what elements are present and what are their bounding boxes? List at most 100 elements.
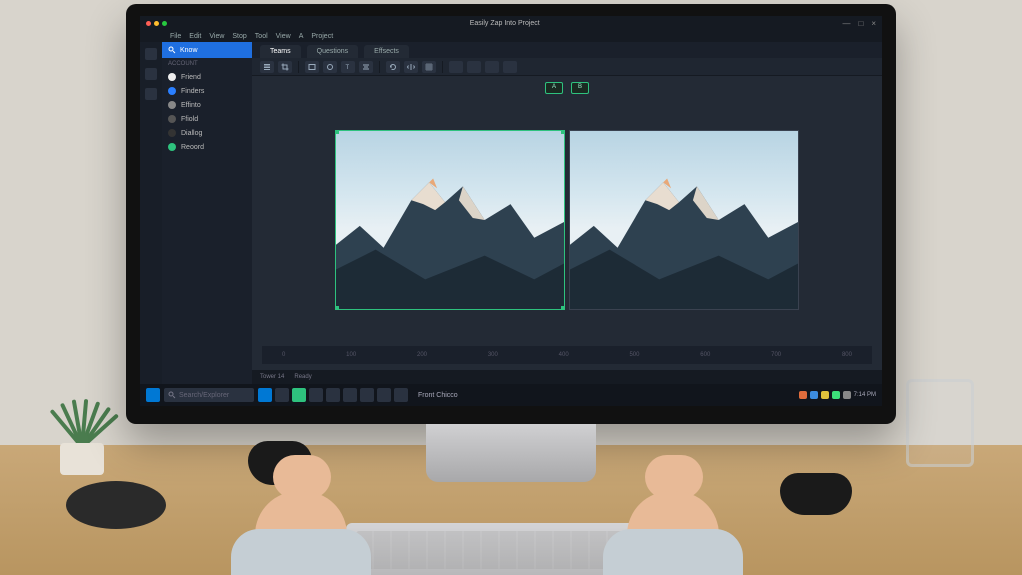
taskbar-app[interactable]: [275, 388, 289, 402]
taskbar-app[interactable]: [360, 388, 374, 402]
taskbar-label: Front Chicco: [418, 392, 458, 399]
window-close-button[interactable]: ×: [871, 19, 876, 28]
tool-circle-button[interactable]: [323, 61, 337, 73]
status-zoom: Tower 14: [260, 374, 284, 380]
sidebar-item-friend[interactable]: Friend: [162, 70, 252, 84]
taskbar-app[interactable]: [258, 388, 272, 402]
app-title: Easily Zap Into Project: [175, 20, 834, 27]
tray-icon[interactable]: [832, 391, 840, 399]
tool-rect-button[interactable]: [305, 61, 319, 73]
dot-icon: [168, 129, 176, 137]
sidebar-item-label: Effinto: [181, 102, 201, 109]
mouse-right: [780, 473, 852, 515]
menu-edit[interactable]: Edit: [189, 33, 201, 40]
taskbar-app[interactable]: [326, 388, 340, 402]
tool-flip-button[interactable]: [404, 61, 418, 73]
sidebar-search[interactable]: Know: [162, 42, 252, 58]
sidebar-item-finders[interactable]: Finders: [162, 84, 252, 98]
tool-rail: [140, 42, 162, 384]
menu-a[interactable]: A: [299, 33, 304, 40]
tool-fill-button[interactable]: [467, 61, 481, 73]
tool-select[interactable]: [145, 68, 157, 80]
tray-icon[interactable]: [810, 391, 818, 399]
tool-fx-button[interactable]: [485, 61, 499, 73]
taskbar-app[interactable]: [292, 388, 306, 402]
tray-icon[interactable]: [799, 391, 807, 399]
dot-icon: [168, 73, 176, 81]
taskbar-clock[interactable]: 7:14 PM: [854, 392, 876, 398]
system-tray[interactable]: 7:14 PM: [799, 391, 876, 399]
sidebar-item-ffiold[interactable]: Ffiold: [162, 112, 252, 126]
start-button[interactable]: [146, 388, 160, 402]
menu-tool[interactable]: Tool: [255, 33, 268, 40]
mousepad: [66, 481, 166, 529]
window-max-button[interactable]: □: [858, 19, 863, 28]
os-taskbar: Search/Explorer Front Chicco: [140, 384, 882, 406]
resize-handle[interactable]: [561, 130, 565, 134]
tool-crop-button[interactable]: [278, 61, 292, 73]
sidebar-search-label: Know: [180, 47, 198, 54]
window-traffic-lights[interactable]: [146, 21, 167, 26]
tool-mask-button[interactable]: [449, 61, 463, 73]
taskbar-app[interactable]: [394, 388, 408, 402]
tab-questions[interactable]: Questions: [307, 45, 359, 58]
sidebar: Know Account Friend Finders Effinto Ffio…: [162, 42, 252, 384]
tool-search[interactable]: [145, 88, 157, 100]
tab-effects[interactable]: Effsects: [364, 45, 409, 58]
taskbar-app[interactable]: [309, 388, 323, 402]
status-info: Ready: [294, 374, 311, 380]
user-hand-right: [597, 405, 747, 575]
resize-handle[interactable]: [335, 306, 339, 310]
sidebar-item-dialog[interactable]: Diallog: [162, 126, 252, 140]
tray-icon[interactable]: [843, 391, 851, 399]
menu-view2[interactable]: View: [276, 33, 291, 40]
resize-handle[interactable]: [335, 130, 339, 134]
app-window: Easily Zap Into Project — □ × File Edit …: [140, 16, 882, 406]
tool-rotate-button[interactable]: [386, 61, 400, 73]
sidebar-item-record[interactable]: Reoord: [162, 140, 252, 154]
sidebar-item-label: Ffiold: [181, 116, 198, 123]
menu-file[interactable]: File: [170, 33, 181, 40]
mountain-image: [570, 131, 798, 309]
tool-dup-button[interactable]: [503, 61, 517, 73]
sidebar-item-label: Diallog: [181, 130, 202, 137]
taskbar-search[interactable]: Search/Explorer: [164, 388, 254, 402]
menu-project[interactable]: Project: [311, 33, 333, 40]
tool-layers-button[interactable]: [260, 61, 274, 73]
taskbar-pinned-apps: [258, 388, 408, 402]
image-pane-right[interactable]: [569, 130, 799, 310]
menu-stop[interactable]: Stop: [232, 33, 246, 40]
dot-icon: [168, 115, 176, 123]
status-bar: Tower 14 Ready: [252, 370, 882, 384]
canvas-wrap: A B: [252, 76, 882, 370]
window-min-button[interactable]: —: [842, 19, 850, 28]
timeline-ruler[interactable]: 0 100 200 300 400 500 600 700 800: [262, 346, 872, 364]
taskbar-app[interactable]: [377, 388, 391, 402]
canvas-area[interactable]: [262, 98, 872, 342]
user-hand-left: [225, 405, 375, 575]
dot-icon: [168, 87, 176, 95]
sidebar-section-account: Account: [162, 58, 252, 70]
tray-icon[interactable]: [821, 391, 829, 399]
sidebar-item-effinto[interactable]: Effinto: [162, 98, 252, 112]
canvas-label-a[interactable]: A: [545, 82, 563, 94]
resize-handle[interactable]: [561, 306, 565, 310]
glass-decoration: [906, 379, 974, 467]
search-icon: [168, 46, 176, 54]
tool-text-button[interactable]: T: [341, 61, 355, 73]
canvas-label-b[interactable]: B: [571, 82, 589, 94]
monitor: Easily Zap Into Project — □ × File Edit …: [126, 4, 896, 424]
sidebar-item-label: Reoord: [181, 144, 204, 151]
taskbar-search-placeholder: Search/Explorer: [179, 392, 229, 399]
tool-grid-button[interactable]: [422, 61, 436, 73]
taskbar-app[interactable]: [343, 388, 357, 402]
plant-decoration: [30, 375, 130, 475]
sidebar-item-label: Finders: [181, 88, 204, 95]
mountain-image: [336, 131, 564, 309]
tool-align-button[interactable]: [359, 61, 373, 73]
dot-icon: [168, 101, 176, 109]
menu-view[interactable]: View: [209, 33, 224, 40]
tab-teams[interactable]: Teams: [260, 45, 301, 58]
tool-move[interactable]: [145, 48, 157, 60]
image-pane-left[interactable]: [335, 130, 565, 310]
